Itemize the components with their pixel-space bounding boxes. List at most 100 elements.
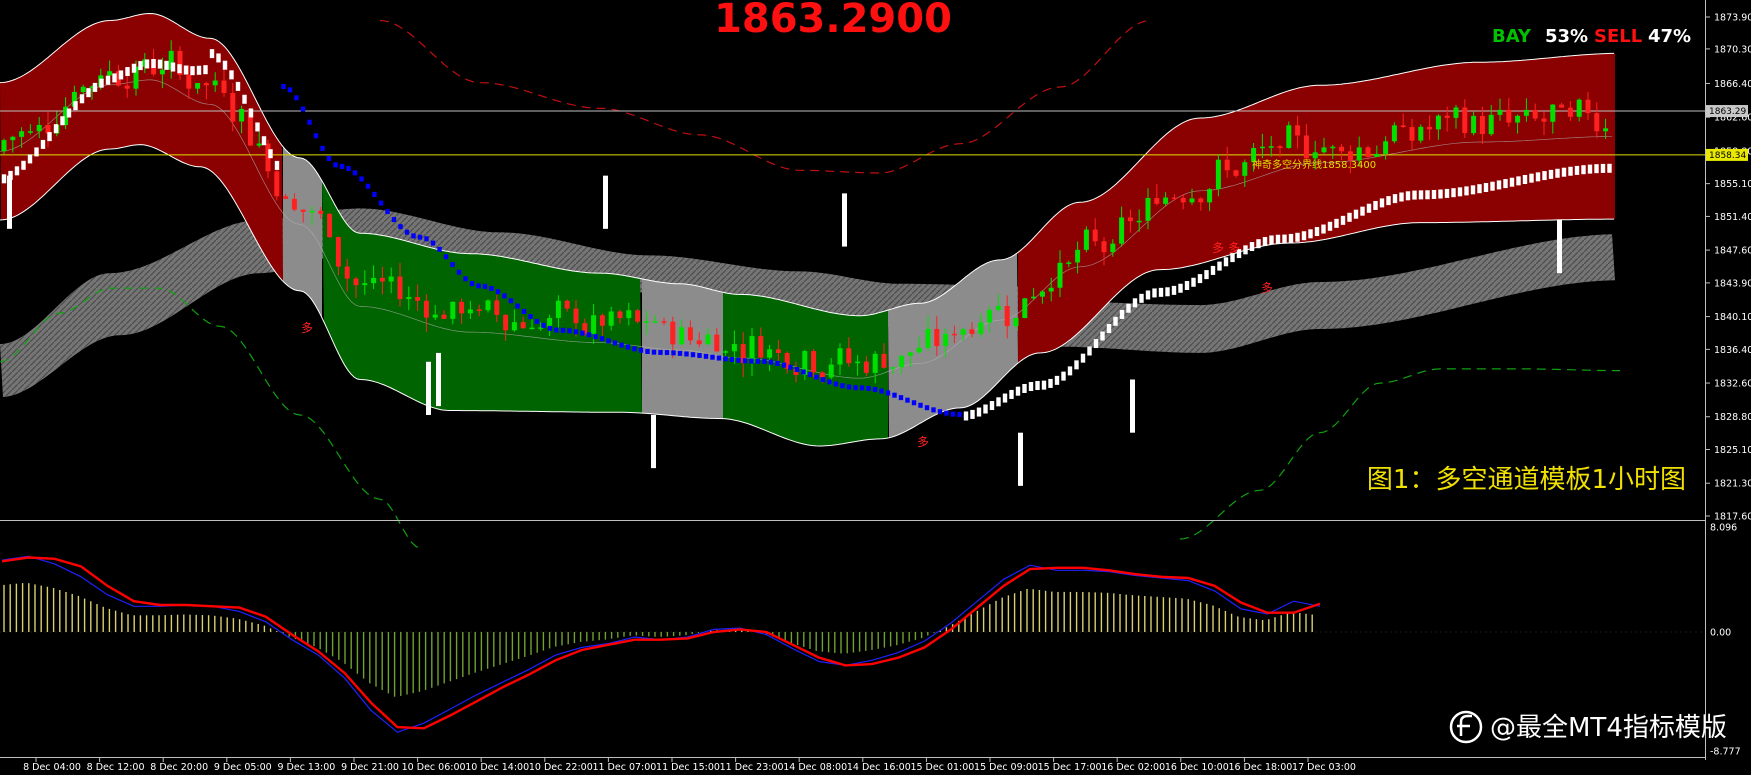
candle-body [291, 198, 297, 210]
trend-dot [1425, 190, 1430, 200]
candle-body [195, 83, 201, 89]
duo-marker-1: 多 [301, 321, 313, 335]
trend-dot [203, 65, 208, 75]
trend-dot [1275, 234, 1281, 244]
trend-dot [1158, 287, 1164, 297]
candle-body [1092, 229, 1098, 242]
trend-dot [1009, 389, 1014, 399]
trend-dot [34, 147, 39, 157]
candle-body [1444, 115, 1450, 118]
trend-dot [372, 191, 377, 197]
candle-body [239, 108, 245, 122]
trend-dot [170, 62, 176, 72]
trend-dot [1509, 177, 1515, 187]
trend-dot [1178, 283, 1183, 293]
trend-dot [1041, 380, 1047, 390]
trend-dot [1217, 261, 1222, 271]
time-tick-label: 11 Dec 07:00 [592, 762, 656, 773]
candle-body [652, 321, 658, 323]
trend-dot [190, 66, 195, 76]
trend-dot [1139, 293, 1144, 303]
signal-spike [1130, 379, 1135, 433]
trend-dot [73, 101, 78, 111]
trend-dot [105, 75, 111, 85]
trend-dot [1282, 234, 1287, 244]
trend-dot [1308, 229, 1313, 239]
candle-body [283, 196, 289, 199]
bay-label: BAY [1492, 26, 1532, 47]
trend-dot [1002, 393, 1008, 403]
trend-dot [1087, 346, 1092, 356]
time-tick-label: 11 Dec 23:00 [720, 762, 784, 773]
trend-dot [1587, 164, 1593, 174]
trend-dot [333, 162, 338, 168]
trend-dot [1321, 224, 1326, 234]
trend-dot [1470, 185, 1476, 195]
trend-dot [1477, 184, 1482, 194]
trend-dot [430, 240, 436, 246]
time-tick-label: 16 Dec 10:00 [1165, 762, 1229, 773]
price-tick-label: 1825.10 [1714, 445, 1751, 456]
trend-dot [625, 344, 631, 350]
candle-body [1576, 99, 1582, 117]
signal-spike [603, 175, 608, 229]
candle-body [626, 310, 632, 319]
trend-dot [1464, 186, 1469, 196]
price-tick-label: 1855.10 [1714, 179, 1751, 190]
trend-dot [918, 402, 923, 408]
sell-percent: 47% [1648, 26, 1691, 47]
trend-dot [1100, 331, 1105, 341]
candle-body [441, 314, 447, 319]
trend-dot [671, 350, 676, 356]
candle-body [318, 210, 324, 214]
trend-dot [833, 381, 839, 387]
trend-dot [1126, 303, 1131, 313]
trend-dot [1581, 165, 1586, 175]
trend-dot [580, 330, 585, 336]
trend-dot [547, 325, 553, 331]
candle-body [256, 143, 262, 146]
trend-dot [482, 283, 488, 289]
trend-dot [775, 360, 780, 366]
trend-dot [1106, 324, 1112, 334]
candle-body [230, 92, 236, 122]
trend-dot [1360, 206, 1365, 216]
trend-dot [1210, 265, 1216, 275]
candle-body [1532, 109, 1538, 119]
trend-dot [183, 65, 189, 75]
trend-dot [996, 397, 1001, 407]
trend-dot [801, 369, 806, 375]
trend-dot [859, 385, 865, 391]
macd-tick-label: 8.096 [1710, 523, 1737, 534]
trend-dot [144, 59, 150, 69]
trend-dot [60, 116, 65, 126]
trend-dot [1054, 375, 1060, 385]
candle-body [1075, 249, 1081, 263]
trend-dot [586, 332, 592, 338]
trend-dot [1152, 288, 1157, 298]
time-tick-label: 10 Dec 22:00 [529, 762, 593, 773]
trend-dot [651, 349, 657, 355]
trend-dot [463, 276, 468, 282]
trend-dot [242, 94, 247, 104]
candle-body [1224, 159, 1230, 171]
trend-dot [352, 170, 358, 176]
trend-dot [970, 409, 975, 419]
candle-body [1383, 141, 1389, 154]
candle-body [591, 315, 597, 334]
candle-body [599, 315, 605, 326]
signal-spike [651, 414, 656, 469]
candle-body [1119, 217, 1125, 244]
current-price-tag-text: 1863.29 [1709, 107, 1746, 117]
trend-dot [79, 94, 85, 104]
candle-body [511, 322, 517, 331]
trend-dot [976, 407, 982, 417]
trend-dot [281, 84, 286, 90]
trend-dot [905, 397, 910, 403]
trend-dot [710, 354, 715, 360]
trend-dot [677, 350, 683, 356]
candle-body [371, 277, 377, 284]
candle-body [767, 349, 773, 358]
current-price-display: 1863.2900 [714, 0, 952, 42]
trend-dot [898, 395, 904, 401]
